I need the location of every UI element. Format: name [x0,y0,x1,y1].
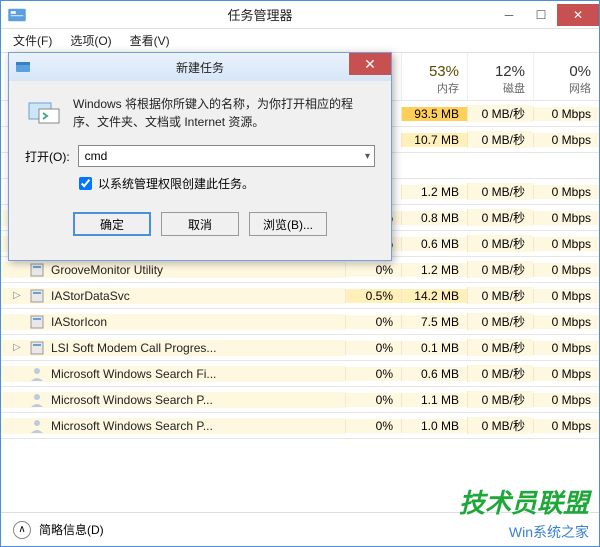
menubar: 文件(F) 选项(O) 查看(V) [1,29,599,53]
watermark: 技术员联盟 [459,483,589,520]
cpu-cell: 0% [345,367,401,381]
disk-cell: 0 MB/秒 [467,365,533,382]
cpu-cell: 0% [345,341,401,355]
dialog-title: 新建任务 [176,59,224,76]
mem-cell: 14.2 MB [401,289,467,303]
cpu-cell: 0% [345,419,401,433]
mem-cell: 0.6 MB [401,237,467,251]
net-cell: 0 Mbps [533,341,599,355]
collapse-icon[interactable]: ∧ [13,521,31,539]
disk-cell: 0 MB/秒 [467,339,533,356]
browse-button[interactable]: 浏览(B)... [249,212,327,236]
net-cell: 0 Mbps [533,367,599,381]
process-icon [29,262,45,278]
mem-cell: 1.2 MB [401,185,467,199]
mem-cell: 7.5 MB [401,315,467,329]
menu-view[interactable]: 查看(V) [124,30,176,51]
net-cell: 0 Mbps [533,211,599,225]
net-cell: 0 Mbps [533,263,599,277]
net-cell: 0 Mbps [533,419,599,433]
process-name: IAStorDataSvc [51,289,130,303]
process-icon [29,340,45,356]
run-icon [15,59,31,75]
chevron-down-icon[interactable]: ▾ [365,151,370,162]
cpu-cell: 0% [345,315,401,329]
process-icon [29,288,45,304]
disk-cell: 0 MB/秒 [467,417,533,434]
mem-cell: 0.1 MB [401,341,467,355]
disk-cell: 0 MB/秒 [467,261,533,278]
disk-cell: 0 MB/秒 [467,105,533,122]
net-cell: 0 Mbps [533,289,599,303]
mem-cell: 93.5 MB [401,107,467,121]
disk-cell: 0 MB/秒 [467,183,533,200]
process-icon [29,366,45,382]
col-network[interactable]: 0%网络 [533,53,599,100]
maximize-button[interactable]: ☐ [525,4,557,26]
dialog-close-button[interactable]: ✕ [349,53,391,75]
open-input-value: cmd [85,149,108,163]
dialog-titlebar: 新建任务 ✕ [9,53,391,81]
minimize-button[interactable]: ─ [493,4,525,26]
mem-cell: 0.8 MB [401,211,467,225]
process-name: GrooveMonitor Utility [51,263,163,277]
watermark-sub: Win系统之家 [509,522,589,542]
ok-button[interactable]: 确定 [73,212,151,236]
mem-cell: 1.1 MB [401,393,467,407]
net-cell: 0 Mbps [533,133,599,147]
cpu-cell: 0% [345,263,401,277]
footer-label[interactable]: 简略信息(D) [39,521,104,538]
disk-cell: 0 MB/秒 [467,391,533,408]
process-name: LSI Soft Modem Call Progres... [51,341,216,355]
table-row[interactable]: Microsoft Windows Search P...0%1.1 MB0 M… [1,387,599,413]
mem-cell: 10.7 MB [401,133,467,147]
titlebar: 任务管理器 ─ ☐ ✕ [1,1,599,29]
net-cell: 0 Mbps [533,315,599,329]
net-cell: 0 Mbps [533,393,599,407]
app-icon [7,5,27,25]
admin-checkbox[interactable] [79,177,92,190]
cpu-cell: 0% [345,393,401,407]
dialog-message: Windows 将根据你所键入的名称，为你打开相应的程序、文件夹、文档或 Int… [73,95,375,131]
table-row[interactable]: ▷LSI Soft Modem Call Progres...0%0.1 MB0… [1,335,599,361]
mem-cell: 1.0 MB [401,419,467,433]
disk-cell: 0 MB/秒 [467,209,533,226]
new-task-dialog: 新建任务 ✕ Windows 将根据你所键入的名称，为你打开相应的程序、文件夹、… [8,52,392,261]
process-name: Microsoft Windows Search P... [51,419,213,433]
menu-options[interactable]: 选项(O) [64,30,117,51]
menu-file[interactable]: 文件(F) [7,30,58,51]
disk-cell: 0 MB/秒 [467,235,533,252]
admin-checkbox-label: 以系统管理权限创建此任务。 [98,175,254,192]
open-label: 打开(O): [25,148,70,165]
cpu-cell: 0.5% [345,289,401,303]
disk-cell: 0 MB/秒 [467,131,533,148]
table-row[interactable]: IAStorIcon 0%7.5 MB0 MB/秒0 Mbps [1,309,599,335]
open-input[interactable]: cmd ▾ [78,145,375,167]
window-title: 任务管理器 [27,5,493,24]
process-icon [29,314,45,330]
window-buttons: ─ ☐ ✕ [493,4,599,26]
mem-cell: 0.6 MB [401,367,467,381]
net-cell: 0 Mbps [533,185,599,199]
net-cell: 0 Mbps [533,237,599,251]
col-memory[interactable]: 53%内存 [401,53,467,100]
cancel-button[interactable]: 取消 [161,212,239,236]
table-row[interactable]: Microsoft Windows Search Fi...0%0.6 MB0 … [1,361,599,387]
process-icon [29,392,45,408]
table-row[interactable]: ▷IAStorDataSvc0.5%14.2 MB0 MB/秒0 Mbps [1,283,599,309]
col-disk[interactable]: 12%磁盘 [467,53,533,100]
run-dialog-icon [25,95,61,131]
table-row[interactable]: Microsoft Windows Search P...0%1.0 MB0 M… [1,413,599,439]
net-cell: 0 Mbps [533,107,599,121]
process-icon [29,418,45,434]
disk-cell: 0 MB/秒 [467,313,533,330]
close-button[interactable]: ✕ [557,4,599,26]
disk-cell: 0 MB/秒 [467,287,533,304]
process-name: IAStorIcon [51,315,107,329]
process-name: Microsoft Windows Search Fi... [51,367,216,381]
mem-cell: 1.2 MB [401,263,467,277]
process-name: Microsoft Windows Search P... [51,393,213,407]
